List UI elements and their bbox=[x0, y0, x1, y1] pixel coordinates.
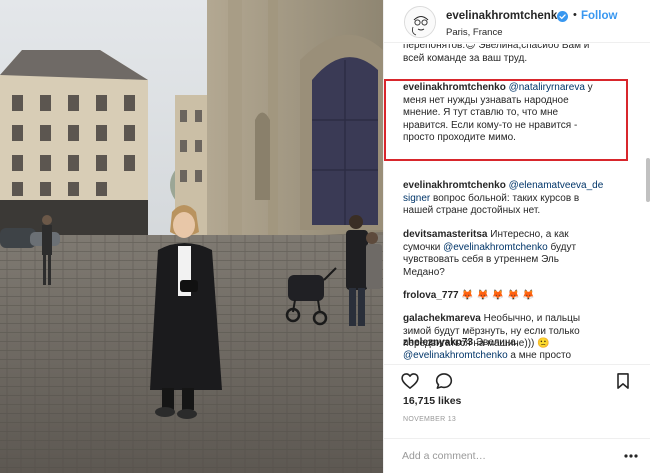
comment-text: сумочки bbox=[403, 241, 444, 253]
comment-text: Необычно, и пальцы bbox=[480, 313, 581, 324]
comment-text: а мне просто bbox=[507, 349, 572, 361]
comment-text: нашей стране достойных нет. bbox=[403, 205, 541, 216]
list-item: перепонятов.😊 Эвелина,спасибо Вам и всей… bbox=[403, 44, 625, 65]
list-item: frolova_777 🦊 🦊 🦊 🦊 🦊 bbox=[403, 290, 625, 303]
comments-list[interactable]: перепонятов.😊 Эвелина,спасибо Вам и всей… bbox=[384, 44, 650, 364]
post-side-panel: evelinakhromtchenko • Follow Paris, Fran… bbox=[383, 0, 650, 473]
comment-username[interactable]: evelinakhromtchenko bbox=[403, 180, 506, 191]
heart-icon[interactable] bbox=[400, 371, 420, 391]
comment-text: меня нет нужды узнавать народное bbox=[403, 94, 569, 106]
comment-text: вопрос больной: таких курсов в bbox=[430, 192, 580, 204]
comment-mention[interactable]: signer bbox=[403, 193, 430, 204]
separator-dot: • bbox=[573, 9, 577, 21]
comment-text: Медано? bbox=[403, 266, 445, 278]
comment-bubble-icon[interactable] bbox=[434, 371, 454, 391]
follow-button[interactable]: Follow bbox=[581, 10, 617, 22]
comment-username[interactable]: frolova_777 bbox=[403, 290, 459, 301]
add-comment-bar bbox=[384, 438, 650, 473]
avatar[interactable] bbox=[404, 6, 436, 38]
avatar-illustration bbox=[405, 7, 435, 37]
comment-mention[interactable]: @nataliryrnareva bbox=[509, 82, 585, 93]
post-location[interactable]: Paris, France bbox=[446, 27, 503, 38]
like-count[interactable]: 16,715 likes bbox=[403, 395, 461, 407]
bookmark-icon[interactable] bbox=[613, 371, 633, 391]
comment-username[interactable]: galachekmareva bbox=[403, 313, 481, 324]
comment-mention[interactable]: @elenamatveeva_de bbox=[509, 180, 604, 191]
comment-text: 🦊 🦊 🦊 🦊 🦊 bbox=[458, 290, 535, 301]
comment-text: чувствовать себя в утреннем Эль bbox=[403, 254, 559, 265]
list-item: zheleznyakn73 Эвелина, @evelinakhromtche… bbox=[403, 337, 625, 362]
comment-text: перепонятов.😊 Эвелина,спасибо Вам и bbox=[403, 44, 590, 51]
comments-scrollbar[interactable] bbox=[646, 96, 650, 364]
comment-username[interactable]: evelinakhromtchenko bbox=[403, 82, 506, 93]
comment-text: будут bbox=[547, 241, 577, 253]
comment-mention[interactable]: @evelinakhromtchenko bbox=[403, 350, 508, 361]
verified-badge-icon bbox=[557, 11, 568, 22]
post-photo[interactable] bbox=[0, 0, 383, 473]
more-options-icon[interactable] bbox=[624, 450, 638, 462]
scrollbar-thumb[interactable] bbox=[646, 158, 650, 202]
post-header: evelinakhromtchenko • Follow Paris, Fran… bbox=[384, 0, 650, 43]
add-comment-input[interactable] bbox=[402, 448, 602, 464]
comment-username[interactable]: zheleznyakn73 bbox=[403, 337, 473, 348]
list-item: evelinakhromtchenko @nataliryrnareva у м… bbox=[403, 82, 625, 145]
list-item: evelinakhromtchenko @elenamatveeva_de si… bbox=[403, 180, 625, 218]
comment-mention[interactable]: @evelinakhromtchenko bbox=[443, 242, 548, 253]
comment-text: нравится. Если кому-то не нравится - bbox=[403, 119, 578, 131]
comment-text: у bbox=[584, 82, 593, 93]
comment-text: Эвелина, bbox=[473, 337, 519, 348]
post-date: NOVEMBER 13 bbox=[403, 416, 457, 423]
comment-text: Интересно, а как bbox=[487, 229, 569, 240]
list-item: devitsamasteritsa Интересно, а как сумоч… bbox=[403, 229, 625, 279]
post-author-username[interactable]: evelinakhromtchenko bbox=[446, 10, 564, 22]
post-photo-illustration bbox=[0, 0, 383, 473]
post-actions-bar bbox=[384, 364, 650, 394]
comment-text: всей команде за ваш труд. bbox=[403, 52, 528, 64]
comment-text: просто проходите мимо. bbox=[403, 132, 516, 143]
comment-username[interactable]: devitsamasteritsa bbox=[403, 229, 488, 240]
comment-text: мнение. Я тут ставлю то, что мне bbox=[403, 107, 559, 118]
